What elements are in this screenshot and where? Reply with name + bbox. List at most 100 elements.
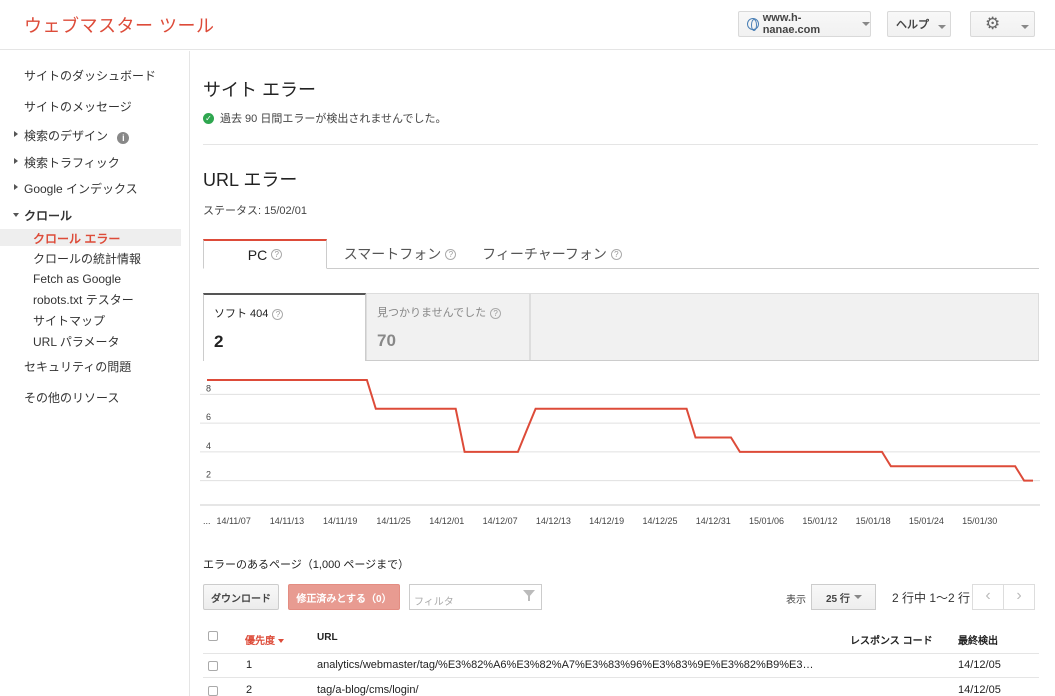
x-tick-label: 14/12/31 [696,516,731,526]
y-tick-label: 4 [206,441,211,451]
next-page-button[interactable]: › [1003,584,1035,610]
row-checkbox[interactable] [208,686,218,696]
row-priority: 1 [246,659,253,671]
filter-icon [523,590,535,601]
chevron-down-icon [1021,25,1029,29]
info-icon[interactable]: i [117,132,130,144]
y-tick-label: 2 [206,470,211,480]
sidebar-item-search-appearance[interactable]: 検索のデザイン i [14,127,130,144]
gear-icon: ⚙ [985,14,1001,33]
site-errors-message: 過去 90 日間エラーが検出されませんでした。 [220,113,447,125]
sidebar-item-google-index[interactable]: Google インデックス [14,180,138,197]
series-line [207,379,1033,482]
sidebar-item-label: Google インデックス [24,182,138,196]
filter-input[interactable]: フィルタ [409,584,542,610]
sort-desc-icon [278,639,284,643]
x-tick-label: 15/01/30 [962,516,997,526]
chevron-down-icon [853,595,862,599]
tab-soft-404[interactable]: ソフト 404? 2 [203,293,366,361]
tab-pc[interactable]: PC? [203,239,327,269]
help-icon[interactable]: ? [271,249,283,260]
x-tick-label: 14/11/07 [216,516,250,526]
settings-button[interactable]: ⚙ [970,11,1035,37]
tab-label: 見つかりませんでした [377,307,487,319]
row-url[interactable]: tag/a-blog/cms/login/ [317,684,419,696]
table-row[interactable]: 2 tag/a-blog/cms/login/ 14/12/05 [203,679,1039,696]
chevron-down-icon [862,22,870,26]
site-selector[interactable]: www.h-nanae.com [738,11,871,37]
download-button[interactable]: ダウンロード [203,584,279,610]
sidebar-item-crawl-stats[interactable]: クロールの統計情報 [33,250,141,267]
help-label: ヘルプ [896,19,929,31]
x-tick-label: 15/01/12 [802,516,837,526]
table-row[interactable]: 1 analytics/webmaster/tag/%E3%82%A6%E3%8… [203,654,1039,678]
error-type-tabs: ソフト 404? 2 見つかりませんでした? 70 [203,293,1039,361]
rows-per-page-value: 25 行 [826,593,850,605]
tab-bar-filler [530,293,1039,361]
device-tabs: PC? スマートフォン? フィーチャーフォン? [203,239,1039,269]
help-icon[interactable]: ? [445,248,457,260]
mark-fixed-button[interactable]: 修正済みとする（0） [288,584,400,610]
x-tick-label: 14/12/07 [483,516,518,526]
sidebar-item-crawl-errors[interactable]: クロール エラー [33,230,120,247]
row-url[interactable]: analytics/webmaster/tag/%E3%82%A6%E3%82%… [317,659,814,671]
sidebar-item-label: クロール [24,209,73,223]
sidebar-item-url-parameters[interactable]: URL パラメータ [33,333,120,350]
column-label: 優先度 [245,636,275,647]
sidebar-item-sitemaps[interactable]: サイトマップ [33,312,105,329]
pagination-range: 2 行中 1〜2 行 [892,591,971,605]
table-header: 優先度 URL レスポンス コード 最終検出 [203,622,1039,654]
y-tick-label: 8 [206,383,211,393]
error-pages-title: エラーのあるページ（1,000 ページまで） [203,559,410,571]
y-tick-label: 6 [206,412,211,422]
rows-per-page-select[interactable]: 25 行 [811,584,876,610]
sidebar-item-crawl[interactable]: クロール [13,207,73,224]
site-errors-title: サイト エラー [203,80,317,100]
chevron-down-icon [938,25,946,29]
help-icon[interactable]: ? [610,248,622,260]
filter-placeholder: フィルタ [414,597,454,608]
x-tick-label: 14/12/19 [589,516,624,526]
sidebar-item-security[interactable]: セキュリティの問題 [24,358,131,375]
app-title[interactable]: ウェブマスター ツール [24,12,215,38]
x-tick-label: 14/12/25 [642,516,677,526]
x-tick-label: 15/01/24 [909,516,944,526]
sidebar-item-dashboard[interactable]: サイトのダッシュボード [24,67,156,84]
sidebar-item-messages[interactable]: サイトのメッセージ [24,98,132,115]
sidebar-item-label: 検索のデザイン [24,129,109,143]
expand-arrow-icon [14,184,18,190]
row-last-detected: 14/12/05 [958,659,1001,671]
globe-icon [747,18,759,31]
tab-smartphone[interactable]: スマートフォン? [339,239,461,269]
collapse-arrow-icon [13,213,19,217]
column-url[interactable]: URL [317,632,338,643]
x-tick-label: 14/11/25 [376,516,410,526]
expand-arrow-icon [14,158,18,164]
top-bar: ウェブマスター ツール www.h-nanae.com ヘルプ ⚙ [0,0,1055,50]
column-last-detected[interactable]: 最終検出 [958,632,998,647]
select-all-checkbox[interactable] [208,631,218,641]
tab-label: PC [247,246,268,263]
column-priority[interactable]: 優先度 [245,632,284,647]
tab-label: フィーチャーフォン [482,246,607,262]
tab-label: スマートフォン [343,246,442,262]
sidebar-item-robots-tester[interactable]: robots.txt テスター [33,291,134,308]
sidebar-item-fetch-as-google[interactable]: Fetch as Google [33,272,121,286]
chevron-right-icon: › [1016,587,1022,604]
help-icon[interactable]: ? [490,308,502,319]
help-icon[interactable]: ? [272,309,284,320]
expand-arrow-icon [14,131,18,137]
row-checkbox[interactable] [208,661,218,671]
sidebar-item-search-traffic[interactable]: 検索トラフィック [14,154,120,171]
sidebar-item-other-resources[interactable]: その他のリソース [24,389,119,406]
x-tick-label: 15/01/06 [749,516,784,526]
divider [203,144,1038,145]
errors-line-chart: 2 4 6 8... 14/11/07 14/11/13 14/11/19 14/11/25 1… [200,379,1040,526]
check-circle-icon: ✓ [203,112,214,124]
prev-page-button[interactable]: ‹ [972,584,1004,610]
tab-not-found[interactable]: 見つかりませんでした? 70 [366,293,530,361]
column-response-code[interactable]: レスポンス コード [850,632,933,647]
tab-feature-phone[interactable]: フィーチャーフォン? [477,239,627,269]
help-button[interactable]: ヘルプ [887,11,951,37]
error-count: 2 [214,332,224,351]
